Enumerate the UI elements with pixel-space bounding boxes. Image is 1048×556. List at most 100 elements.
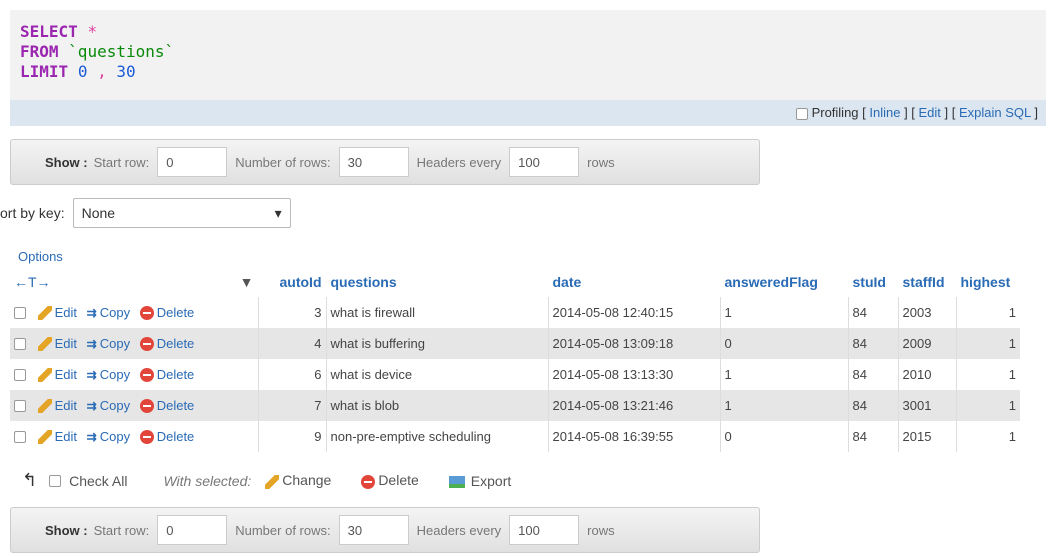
row-actions: Edit ⇉ Copy Delete: [10, 390, 259, 421]
edit-button[interactable]: Edit: [37, 398, 77, 414]
delete-icon: [139, 337, 154, 352]
cell-answeredFlag: 1: [720, 297, 849, 328]
delete-icon: [139, 399, 154, 414]
sql-table: `questions`: [68, 42, 175, 61]
headers-every-input[interactable]: [509, 147, 580, 177]
sql-offset: 0: [77, 62, 88, 81]
delete-button[interactable]: Delete: [139, 336, 194, 352]
start-row-label: Start row:: [93, 154, 150, 170]
row-checkbox[interactable]: [14, 369, 26, 382]
edit-button[interactable]: Edit: [37, 429, 77, 445]
cell-staffId: 2009: [898, 328, 957, 359]
edit-button[interactable]: Edit: [37, 367, 77, 383]
headers-every-input-bottom[interactable]: [509, 515, 580, 545]
check-all-label[interactable]: Check All: [69, 473, 127, 489]
header-staffId[interactable]: staffId: [898, 267, 957, 297]
sql-query-box: SELECT * FROM `questions` LIMIT 0 , 30: [10, 10, 1046, 100]
pencil-icon: [37, 337, 52, 352]
header-questions[interactable]: questions: [326, 267, 549, 297]
copy-button[interactable]: ⇉ Copy: [86, 366, 131, 383]
start-row-input-bottom[interactable]: [157, 515, 228, 545]
row-checkbox[interactable]: [14, 307, 26, 320]
pencil-icon: [37, 306, 52, 321]
export-icon: [448, 475, 465, 488]
show-label: Show :: [45, 154, 88, 170]
check-all-checkbox[interactable]: [49, 474, 62, 487]
cell-question: non-pre-emptive scheduling: [326, 421, 549, 452]
headers-every-label: Headers every: [416, 154, 502, 170]
row-actions: Edit ⇉ Copy Delete: [10, 297, 259, 328]
copy-button[interactable]: ⇉ Copy: [86, 336, 130, 352]
sort-by-key-select[interactable]: None ▾: [72, 198, 291, 228]
table-row: Edit ⇉ Copy Delete 4 what is buffering 2014-…: [10, 328, 1020, 359]
number-of-rows-input[interactable]: [338, 147, 409, 177]
copy-icon: ⇉: [86, 368, 97, 383]
header-stuId[interactable]: stuId: [848, 267, 899, 297]
number-of-rows-input-bottom[interactable]: [338, 515, 409, 545]
cell-answeredFlag: 0: [720, 421, 849, 452]
row-checkbox[interactable]: [14, 400, 26, 413]
header-autoId[interactable]: autoId: [258, 267, 327, 297]
cell-question: what is firewall: [326, 297, 549, 328]
rows-suffix: rows: [587, 154, 615, 170]
profiling-checkbox[interactable]: [795, 107, 808, 120]
cell-question: what is device: [326, 359, 549, 390]
show-label-bottom: Show :: [45, 522, 88, 538]
sort-by-key-row: ort by key: None ▾: [0, 198, 291, 228]
change-button[interactable]: Change: [265, 472, 331, 489]
header-answeredFlag[interactable]: answeredFlag: [720, 267, 849, 297]
copy-label: Copy: [99, 366, 131, 382]
delete-button[interactable]: Delete: [139, 304, 195, 321]
copy-button[interactable]: ⇉ Copy: [87, 428, 131, 445]
with-selected-label: With selected:: [163, 472, 252, 489]
pencil-icon: [37, 399, 52, 414]
cell-answeredFlag: 1: [720, 390, 849, 421]
start-row-input[interactable]: [157, 147, 228, 177]
cell-autoId: 3: [258, 297, 327, 328]
number-of-rows-label-bottom: Number of rows:: [235, 522, 331, 538]
delete-button[interactable]: Delete: [139, 367, 194, 383]
header-date[interactable]: date: [548, 267, 721, 297]
sql-select: SELECT: [20, 22, 78, 41]
dropdown-arrow-icon: ▾: [274, 204, 282, 221]
copy-button[interactable]: ⇉ Copy: [87, 397, 131, 414]
row-checkbox[interactable]: [14, 431, 26, 444]
column-toggle-arrows[interactable]: ←T→: [14, 274, 51, 290]
row-actions: Edit ⇉ Copy Delete: [10, 421, 259, 452]
column-menu-icon[interactable]: ▼: [240, 274, 254, 290]
edit-button[interactable]: Edit: [37, 336, 77, 352]
delete-button[interactable]: Delete: [139, 429, 194, 445]
delete-label: Delete: [156, 304, 195, 320]
copy-icon: ⇉: [86, 337, 97, 352]
options-link[interactable]: Options: [18, 249, 63, 264]
sql-star: *: [87, 22, 98, 41]
delete-selected-button[interactable]: Delete: [361, 472, 419, 489]
edit-button[interactable]: Edit: [37, 305, 77, 321]
cell-autoId: 4: [258, 328, 327, 359]
row-checkbox[interactable]: [14, 338, 26, 351]
sql-count: 30: [116, 62, 136, 81]
delete-selected-label: Delete: [378, 472, 419, 489]
headers-every-label-bottom: Headers every: [416, 522, 502, 538]
delete-button[interactable]: Delete: [139, 398, 194, 414]
copy-label: Copy: [99, 397, 131, 413]
cell-autoId: 6: [258, 359, 327, 390]
navigation-bar-bottom: Show : Start row: Number of rows: Header…: [10, 507, 760, 553]
inline-link[interactable]: Inline: [869, 105, 900, 120]
edit-query-link[interactable]: Edit: [919, 105, 941, 120]
copy-button[interactable]: ⇉ Copy: [86, 304, 131, 321]
copy-icon: ⇉: [86, 306, 97, 321]
header-highest[interactable]: highest: [956, 267, 1020, 297]
delete-icon: [139, 430, 154, 445]
cell-highest: 1: [956, 359, 1020, 390]
export-button[interactable]: Export: [448, 473, 511, 489]
copy-label: Copy: [99, 428, 131, 444]
sql-from: FROM: [20, 42, 59, 61]
cell-answeredFlag: 0: [720, 328, 849, 359]
copy-label: Copy: [99, 304, 131, 320]
profiling-bar: Profiling [ Inline ] [ Edit ] [ Explain …: [10, 100, 1046, 126]
explain-sql-link[interactable]: Explain SQL: [959, 105, 1031, 120]
cell-highest: 1: [956, 297, 1020, 328]
table-row: Edit ⇉ Copy Delete 6 what is device 2014-05-…: [10, 359, 1020, 390]
delete-icon: [361, 474, 376, 489]
